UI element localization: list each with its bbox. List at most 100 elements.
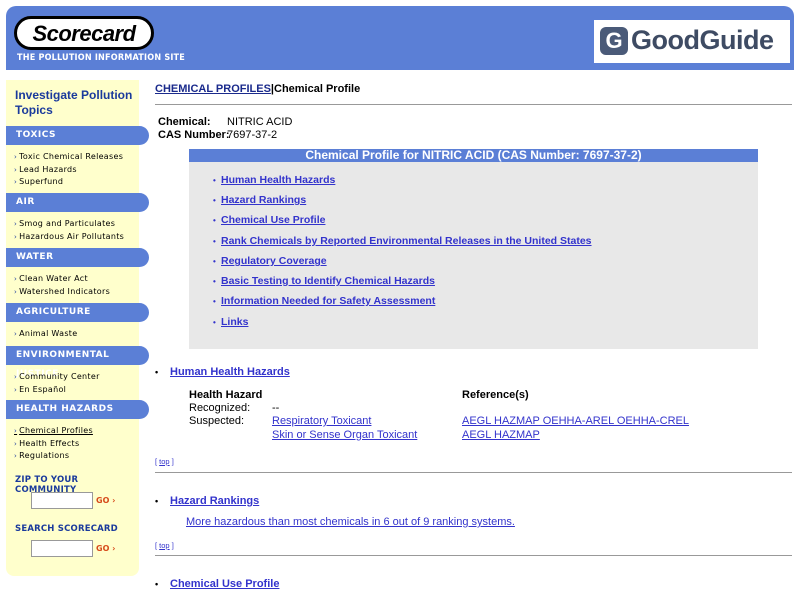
toc-basic-testing[interactable]: • Basic Testing to Identify Chemical Haza… [213,275,435,287]
sidebar-section-agriculture[interactable]: AGRICULTURE [6,303,149,322]
sidebar-item-community-center[interactable]: › Community Center [14,371,142,384]
search-go-button[interactable]: GO › [96,544,115,553]
bullet-icon: • [213,216,216,225]
hazard-rankings-link[interactable]: Hazard Rankings [170,495,259,507]
suspected-label: Suspected: [189,415,245,427]
arrow-icon: › [14,287,18,296]
arrow-icon: › [14,452,18,460]
sidebar: Investigate Pollution Topics TOXICS › Tox… [6,80,149,576]
human-health-hazards-link[interactable]: Human Health Hazards [170,366,290,378]
bullet-icon: • [155,367,159,377]
sidebar-links-water: › Clean Water Act › Watershed Indicators [14,273,142,298]
sidebar-links-agriculture: › Animal Waste [14,328,142,341]
sidebar-section-water[interactable]: WATER [6,248,149,267]
toc-human-health-hazards[interactable]: • Human Health Hazards [213,174,335,186]
bullet-icon: • [213,196,216,205]
sidebar-section-toxics[interactable]: TOXICS [6,126,149,145]
recognized-label: Recognized: [189,402,251,414]
profile-heading: Chemical Profile for NITRIC ACID (CAS Nu… [189,149,758,162]
arrow-icon: › [14,427,18,435]
bullet-icon: • [155,579,159,589]
zip-input[interactable] [31,492,93,509]
search-input[interactable] [31,540,93,557]
arrow-icon: › [14,385,18,394]
breadcrumb-current: Chemical Profile [274,83,361,95]
chemical-label: Chemical: [158,116,211,128]
sidebar-item-chemical-profiles[interactable]: › Chemical Profiles [14,425,142,438]
section-human-health-hazards: • Human Health Hazards [155,366,290,378]
sidebar-links-toxics: › Toxic Chemical Releases › Lead Hazards ›… [14,151,142,189]
toc-hazard-rankings[interactable]: • Hazard Rankings [213,194,306,206]
sidebar-item-en-espanol[interactable]: › En Español [14,384,142,397]
toc-links[interactable]: • Links [213,316,248,328]
sidebar-section-air[interactable]: AIR [6,193,149,212]
toc-information-needed[interactable]: • Information Needed for Safety Assessmen… [213,295,435,307]
bullet-icon: • [213,297,216,306]
logo-text: Scorecard [32,21,136,46]
sidebar-item-hazardous-air[interactable]: › Hazardous Air Pollutants [14,231,142,244]
sidebar-item-toxic-chemical-releases[interactable]: › Toxic Chemical Releases [14,151,142,164]
references-link-2[interactable]: AEGL HAZMAP [462,429,540,441]
arrow-icon: › [14,220,18,228]
breadcrumb: CHEMICAL PROFILES|Chemical Profile [155,83,360,95]
sidebar-title: Investigate Pollution Topics [15,88,133,117]
col-references: Reference(s) [462,389,529,401]
sidebar-section-health-hazards[interactable]: HEALTH HAZARDS [6,400,149,419]
sidebar-links-health-hazards: › Chemical Profiles › Health Effects › Regu… [14,425,142,463]
sidebar-item-clean-water-act[interactable]: › Clean Water Act [14,273,142,286]
sidebar-item-lead-hazards[interactable]: › Lead Hazards [14,164,142,177]
divider [155,472,792,473]
bullet-icon: • [213,257,216,266]
sidebar-item-smog[interactable]: › Smog and Particulates [14,218,142,231]
sidebar-item-health-effects[interactable]: › Health Effects [14,438,142,451]
sidebar-section-environmental-justice[interactable]: ENVIRONMENTAL JUSTICE [6,346,149,379]
back-to-top: [ top ] [155,541,174,550]
site-header: Scorecard THE POLLUTION INFORMATION SITE… [6,6,794,70]
goodguide-logo[interactable]: G GoodGuide [594,20,790,63]
toc-rank-chemicals[interactable]: • Rank Chemicals by Reported Environmenta… [213,235,592,247]
divider [155,104,792,105]
section-hazard-rankings: • Hazard Rankings [155,495,259,507]
top-link[interactable]: top [159,457,169,466]
toc-chemical-use-profile[interactable]: • Chemical Use Profile [213,214,325,226]
references-link-1[interactable]: AEGL HAZMAP OEHHA-AREL OEHHA-CREL [462,415,689,427]
sidebar-item-superfund[interactable]: › Superfund [14,176,142,189]
scorecard-logo[interactable]: Scorecard [14,16,154,50]
toc-regulatory-coverage[interactable]: • Regulatory Coverage [213,255,327,267]
breadcrumb-chemical-profiles[interactable]: CHEMICAL PROFILES [155,83,271,95]
arrow-icon: › [14,165,18,174]
cas-value: 7697-37-2 [227,129,278,141]
bullet-icon: • [155,496,159,506]
go-arrow-icon: › [112,496,116,505]
sidebar-links-air: › Smog and Particulates › Hazardous Air Po… [14,218,142,243]
bullet-icon: • [213,318,216,327]
hazard-link-skin[interactable]: Skin or Sense Organ Toxicant [272,429,417,441]
search-label: SEARCH SCORECARD [15,524,118,534]
site-tagline: THE POLLUTION INFORMATION SITE [17,53,186,63]
bullet-icon: • [213,176,216,185]
arrow-icon: › [14,373,18,381]
zip-go-button[interactable]: GO › [96,496,115,505]
sidebar-item-regulations[interactable]: › Regulations [14,450,142,463]
bullet-icon: • [213,277,216,286]
section-chemical-use-profile: • Chemical Use Profile [155,578,279,590]
arrow-icon: › [14,178,18,186]
back-to-top: [ top ] [155,457,174,466]
cas-label: CAS Number: [158,129,230,141]
hazard-rankings-summary-link[interactable]: More hazardous than most chemicals in 6 … [186,516,515,528]
arrow-icon: › [14,439,18,448]
top-link[interactable]: top [159,541,169,550]
bullet-icon: • [213,237,216,246]
arrow-icon: › [14,232,18,241]
sidebar-links-environmental-justice: › Community Center › En Español [14,371,142,396]
chemical-use-profile-link[interactable]: Chemical Use Profile [170,578,279,590]
sidebar-item-watershed[interactable]: › Watershed Indicators [14,286,142,299]
main-content: CHEMICAL PROFILES|Chemical Profile Chemi… [155,80,795,600]
arrow-icon: › [14,275,18,283]
arrow-icon: › [14,153,18,161]
goodguide-icon: G [600,27,628,55]
chemical-value: NITRIC ACID [227,116,293,128]
sidebar-item-animal-waste[interactable]: › Animal Waste [14,328,142,341]
go-arrow-icon: › [112,544,116,553]
hazard-link-respiratory[interactable]: Respiratory Toxicant [272,415,371,427]
